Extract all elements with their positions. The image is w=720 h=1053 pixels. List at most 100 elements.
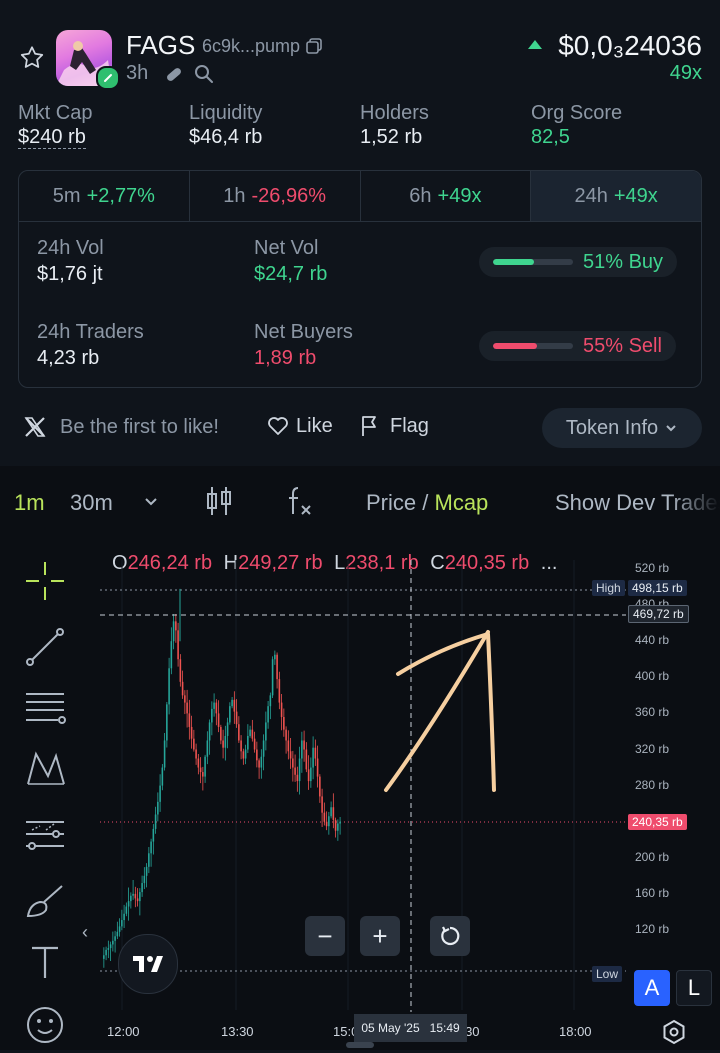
- reset-chart-button[interactable]: [430, 916, 470, 956]
- candle-body: [298, 758, 301, 782]
- token-info-button[interactable]: Token Info: [542, 408, 702, 448]
- zoom-out-button[interactable]: −: [305, 916, 345, 956]
- candle-body: [260, 756, 263, 768]
- candle-body: [103, 955, 105, 959]
- candle-body: [337, 823, 339, 831]
- stat-mktcap-label: Mkt Cap: [18, 102, 93, 124]
- candle-body: [211, 708, 213, 723]
- auto-scale-button[interactable]: A: [634, 970, 670, 1006]
- time-tick-5: 18:00: [559, 1024, 592, 1039]
- token-address[interactable]: 6c9k...pump: [202, 36, 300, 57]
- candle-body: [199, 767, 202, 773]
- sell-ratio-pill: 55% Sell: [479, 331, 676, 361]
- candle-body: [224, 735, 227, 748]
- show-dev-trades-toggle[interactable]: Show Dev Trades: [555, 490, 720, 520]
- show-dev-trades-label: Show Dev Trades: [555, 490, 720, 515]
- candle-body: [188, 713, 191, 727]
- watchlist-star-icon[interactable]: [18, 44, 46, 72]
- candle-body: [168, 668, 170, 705]
- candle-body: [276, 654, 278, 680]
- low-label: Low: [596, 967, 619, 981]
- candle-body: [105, 949, 107, 956]
- stat-orgscore-value: 82,5: [531, 126, 570, 148]
- zoom-out-label: −: [317, 920, 333, 951]
- copy-icon[interactable]: [304, 36, 324, 56]
- price-axis-tick: 280 rb: [635, 777, 670, 792]
- candle-body: [287, 740, 290, 752]
- candle-body: [220, 726, 222, 741]
- buy-ratio-pill: 51% Buy: [479, 247, 678, 277]
- scroll-left-icon[interactable]: ‹: [82, 922, 88, 943]
- candle-body: [127, 901, 130, 907]
- candle-body: [314, 747, 317, 759]
- candle-body: [202, 772, 204, 777]
- tab-1h-value: -26,96%: [251, 184, 327, 207]
- last-price: 240,35 rb: [632, 815, 683, 829]
- zoom-in-button[interactable]: +: [360, 916, 400, 956]
- token-symbol: FAGS: [126, 30, 196, 60]
- like-button[interactable]: Like: [266, 414, 333, 438]
- chart-settings-icon[interactable]: [660, 1018, 688, 1046]
- stat-liquidity-label: Liquidity: [189, 102, 263, 124]
- candle-body: [267, 706, 269, 723]
- candle-body: [136, 898, 139, 902]
- candle-body: [132, 893, 134, 896]
- vol-label: 24h Vol: [37, 237, 104, 259]
- flag-button[interactable]: Flag: [360, 414, 429, 438]
- sell-ratio-bar: [493, 343, 573, 349]
- candle-body: [321, 796, 323, 813]
- tab-1h[interactable]: 1h -26,96%: [190, 171, 361, 221]
- toggle-separator: /: [422, 490, 429, 515]
- interval-1m[interactable]: 1m: [14, 490, 45, 516]
- log-scale-button[interactable]: L: [676, 970, 712, 1006]
- candle-body: [339, 821, 341, 824]
- candle-body: [206, 740, 209, 757]
- candle-body: [262, 740, 265, 757]
- candle-body: [328, 816, 330, 827]
- tradingview-logo[interactable]: [118, 934, 178, 994]
- tab-6h[interactable]: 6h +49x: [361, 171, 532, 221]
- candle-body: [289, 751, 292, 759]
- crosshair-price-box: 469,72 rb: [628, 605, 689, 623]
- mcap-toggle-label: Mcap: [434, 490, 489, 515]
- tab-5m[interactable]: 5m +2,77%: [19, 171, 190, 221]
- last-price-box: 240,35 rb: [628, 814, 687, 830]
- stat-mktcap-value[interactable]: $240 rb: [18, 126, 86, 149]
- price-axis-tick: 360 rb: [635, 705, 670, 720]
- candles-type-icon[interactable]: [204, 484, 234, 518]
- interval-30m[interactable]: 30m: [70, 490, 113, 516]
- candle-body: [186, 702, 188, 714]
- zoom-in-label: +: [372, 920, 388, 951]
- interval-chevron-icon[interactable]: [142, 492, 160, 510]
- candle-body: [242, 751, 245, 759]
- candle-body: [161, 767, 164, 786]
- resize-handle[interactable]: [346, 1042, 374, 1048]
- tradingview-logo-icon: [133, 956, 163, 972]
- search-icon[interactable]: [192, 62, 216, 86]
- candle-body: [114, 936, 116, 941]
- candle-body: [107, 948, 110, 950]
- candle-body: [217, 713, 220, 727]
- candle-body: [154, 814, 157, 829]
- candle-body: [319, 776, 321, 797]
- indicators-fx-icon[interactable]: [284, 484, 316, 518]
- time-tick-1: 12:00: [107, 1024, 140, 1039]
- candle-body: [292, 758, 294, 768]
- candle-body: [181, 681, 184, 696]
- candle-body: [190, 726, 193, 739]
- candle-body: [150, 841, 152, 854]
- tab-24h[interactable]: 24h +49x: [531, 171, 701, 221]
- candle-body: [152, 828, 155, 842]
- traders-value: 4,23 rb: [37, 347, 100, 369]
- reset-icon: [441, 926, 460, 946]
- price-up-arrow-icon: [528, 40, 542, 49]
- candle-body: [139, 892, 141, 902]
- token-metrics-card: 5m +2,77% 1h -26,96% 6h +49x 24h +49x 24h Vo…: [18, 170, 702, 388]
- high-label: High: [596, 581, 621, 595]
- candle-body: [235, 711, 238, 725]
- candle-body: [159, 785, 161, 802]
- price-mcap-toggle[interactable]: Price / Mcap: [366, 490, 488, 516]
- candle-body: [296, 774, 299, 782]
- candle-body: [134, 893, 137, 899]
- x-logo-icon[interactable]: [24, 416, 46, 438]
